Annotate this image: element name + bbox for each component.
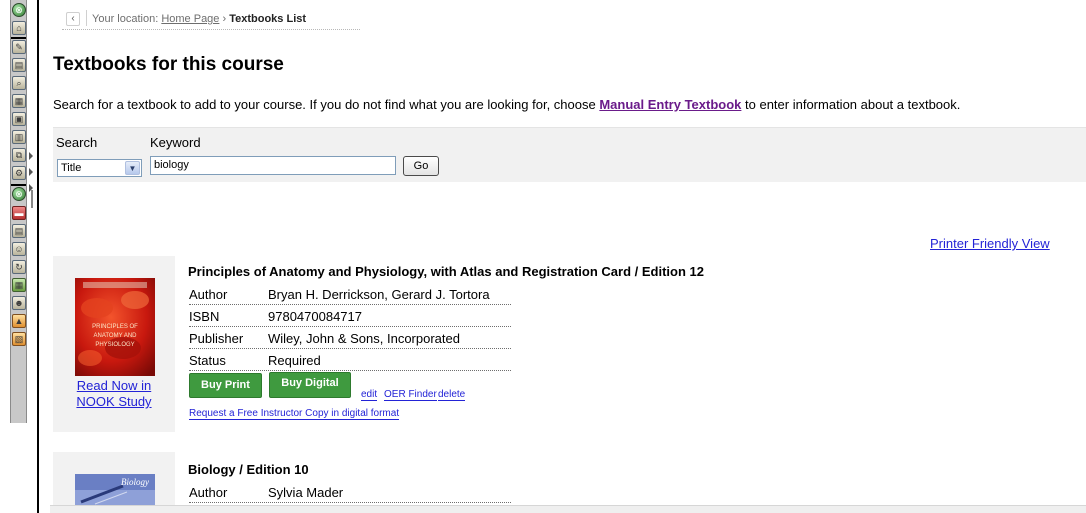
printer-friendly-link[interactable]: Printer Friendly View <box>930 236 1050 251</box>
isbn-label: ISBN <box>189 309 220 324</box>
status-label: Status <box>189 353 226 368</box>
toolbar-divider <box>11 37 26 39</box>
breadcrumb-prefix: Your location: <box>92 13 159 25</box>
intro-before: Search for a textbook to add to your cou… <box>53 97 600 112</box>
content-icon[interactable]: ▤ <box>12 58 26 72</box>
main-content: ‹ Your location: Home Page › Textbooks L… <box>50 0 1086 513</box>
keyword-input[interactable]: biology <box>150 156 396 175</box>
home-icon[interactable]: ⌂ <box>12 21 26 35</box>
book-card: PRINCIPLES OF ANATOMY AND PHYSIOLOGY Rea… <box>53 256 853 436</box>
author-value: Sylvia Mader <box>268 485 344 500</box>
author-label: Author <box>189 287 228 302</box>
go-button[interactable]: Go <box>403 156 439 176</box>
isbn-row: ISBN 9780470084717 <box>189 305 511 327</box>
book-cover-panel: Biology <box>53 452 175 512</box>
keyword-label: Keyword <box>150 135 201 150</box>
expand-arrow-icon[interactable] <box>29 168 33 176</box>
search-tool-icon[interactable]: ⌕ <box>12 76 26 90</box>
svg-text:Biology: Biology <box>121 477 149 487</box>
back-arrow-icon[interactable]: ‹ <box>66 12 80 26</box>
author-value: Bryan H. Derrickson, Gerard J. Tortora <box>268 287 490 302</box>
users-icon[interactable]: ☻ <box>12 296 26 310</box>
breadcrumb-separator: › <box>222 13 227 25</box>
search-field-select[interactable]: Title ▼ <box>57 159 142 177</box>
book-title: Principles of Anatomy and Physiology, wi… <box>188 264 704 279</box>
tools-icon[interactable]: ✎ <box>12 40 26 54</box>
svg-text:ANATOMY AND: ANATOMY AND <box>93 333 137 339</box>
chevron-down-icon[interactable]: ▼ <box>125 161 140 175</box>
chart-icon[interactable]: ▲ <box>12 314 26 328</box>
collapse-icon[interactable]: ⊗ <box>12 187 26 201</box>
book-cover-panel: PRINCIPLES OF ANATOMY AND PHYSIOLOGY Rea… <box>53 256 175 432</box>
settings-icon[interactable]: ⚙ <box>12 166 26 180</box>
edit-link[interactable]: edit <box>361 389 378 401</box>
isbn-value: 9780470084717 <box>268 309 362 324</box>
search-label: Search <box>56 135 98 150</box>
book-title: Biology / Edition 10 <box>188 462 309 477</box>
intro-text: Search for a textbook to add to your cou… <box>53 97 960 112</box>
breadcrumb-current: Textbooks List <box>229 13 307 25</box>
svg-text:PHYSIOLOGY: PHYSIOLOGY <box>95 342 134 348</box>
svg-text:PRINCIPLES OF: PRINCIPLES OF <box>92 324 138 330</box>
documents-icon[interactable]: ▣ <box>12 112 26 126</box>
gradebook-icon[interactable]: ▤ <box>12 224 26 238</box>
publisher-label: Publisher <box>189 331 244 346</box>
user-tool-icon[interactable]: ☺ <box>12 242 26 256</box>
toolbar-divider <box>11 184 26 186</box>
author-label: Author <box>189 485 228 500</box>
oer-finder-link[interactable]: OER Finder <box>384 389 437 401</box>
copy-icon[interactable]: ⧉ <box>12 148 26 162</box>
left-toolbar-rail: ⊗ ⌂ ✎ ▤ ⌕ ▦ ▣ ▥ ⧉ ⚙ ⊗ ▬ ▤ ☺ ↻ ▦ ☻ ▲ ▧ <box>0 0 37 513</box>
author-row: Author Sylvia Mader <box>189 481 511 503</box>
read-now-line1[interactable]: Read Now in <box>53 378 175 394</box>
expand-arrow-icon[interactable] <box>29 152 33 160</box>
breadcrumb-home-link[interactable]: Home Page <box>161 13 219 25</box>
breadcrumb-text: Your location: Home Page › Textbooks Lis… <box>92 13 306 25</box>
horizontal-scrollbar[interactable] <box>50 505 1086 513</box>
books-icon[interactable]: ▬ <box>12 206 26 220</box>
manual-entry-link[interactable]: Manual Entry Textbook <box>599 97 741 112</box>
search-field-value: Title <box>61 162 82 174</box>
publisher-value: Wiley, John & Sons, Incorporated <box>268 331 460 346</box>
publisher-row: Publisher Wiley, John & Sons, Incorporat… <box>189 327 511 349</box>
status-value: Required <box>268 353 321 368</box>
splitter-grip[interactable] <box>31 190 33 208</box>
panel-splitter[interactable] <box>28 0 37 513</box>
collapse-icon[interactable]: ⊗ <box>12 3 26 17</box>
files-icon[interactable]: ▥ <box>12 130 26 144</box>
calendar-icon[interactable]: ▦ <box>12 94 26 108</box>
book-cover-image[interactable]: PRINCIPLES OF ANATOMY AND PHYSIOLOGY <box>75 278 155 376</box>
refresh-icon[interactable]: ↻ <box>12 260 26 274</box>
page-title: Textbooks for this course <box>53 54 284 75</box>
author-row: Author Bryan H. Derrickson, Gerard J. To… <box>189 283 511 305</box>
intro-after: to enter information about a textbook. <box>741 97 961 112</box>
status-row: Status Required <box>189 349 511 371</box>
read-now-line2[interactable]: NOOK Study <box>53 394 175 410</box>
request-instructor-copy-link[interactable]: Request a Free Instructor Copy in digita… <box>189 408 400 420</box>
spreadsheet-icon[interactable]: ▦ <box>12 278 26 292</box>
tool-strip: ⊗ ⌂ ✎ ▤ ⌕ ▦ ▣ ▥ ⧉ ⚙ ⊗ ▬ ▤ ☺ ↻ ▦ ☻ ▲ ▧ <box>10 0 27 423</box>
buy-digital-button[interactable]: Buy Digital <box>269 372 351 398</box>
search-panel: Search Keyword Title ▼ biology Go <box>53 127 1086 182</box>
breadcrumb: ‹ Your location: Home Page › Textbooks L… <box>62 8 360 30</box>
buy-print-button[interactable]: Buy Print <box>189 373 262 398</box>
read-now-link[interactable]: Read Now in NOOK Study <box>53 378 175 410</box>
book-card: Biology Biology / Edition 10 Author Sylv… <box>53 452 853 512</box>
breadcrumb-divider <box>86 10 87 26</box>
delete-link[interactable]: delete <box>438 389 466 401</box>
frame-border <box>37 0 39 513</box>
book-cover-art: PRINCIPLES OF ANATOMY AND PHYSIOLOGY <box>75 278 155 376</box>
report-icon[interactable]: ▧ <box>12 332 26 346</box>
